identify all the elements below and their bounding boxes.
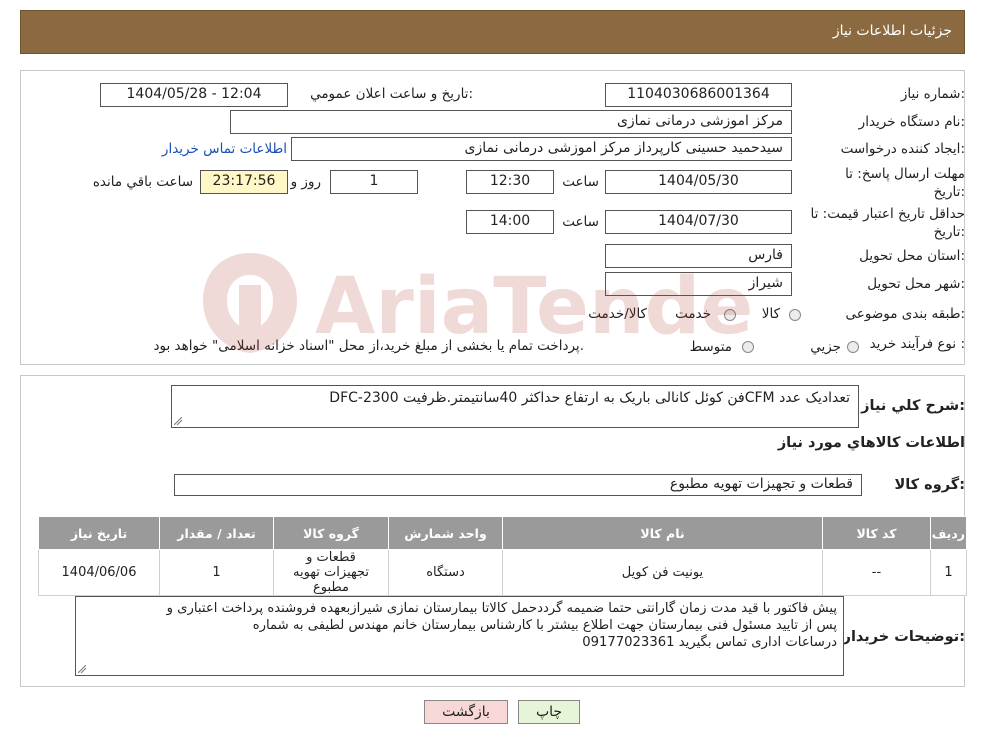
category-option-goods-label: کالا bbox=[761, 306, 780, 322]
process-option-medium-radio[interactable] bbox=[742, 341, 754, 353]
col-item-group: گروه کالا bbox=[273, 516, 389, 550]
cell-row-number: 1 bbox=[930, 549, 967, 596]
deadline-time-field: 12:30 bbox=[466, 170, 554, 194]
province-field: فارس bbox=[605, 244, 792, 268]
city-field: شیراز bbox=[605, 272, 792, 296]
summary-text: DFC-فن کوئل کانالی باریک به ارتفاع حداکث… bbox=[329, 390, 850, 406]
creator-field: سیدحمید حسینی کارپرداز مرکز اموزشی درمان… bbox=[291, 137, 792, 161]
table-row: 1 -- یونیت فن کویل دستگاه قطعات و تجهیزا… bbox=[38, 549, 967, 596]
col-row-number: رديف bbox=[930, 516, 967, 550]
category-label: طبقه بندی موضوعی: bbox=[845, 306, 965, 322]
remaining-label: ساعت باقي مانده bbox=[92, 174, 193, 190]
buyer-org-field: مرکز اموزشی درمانی نمازی bbox=[230, 110, 792, 134]
remaining-time-field: 23:17:56 bbox=[200, 170, 288, 194]
col-unit: واحد شمارش bbox=[388, 516, 503, 550]
validity-time-label: ساعت bbox=[562, 214, 599, 230]
col-need-date: تاریخ نیاز bbox=[38, 516, 160, 550]
days-label: روز و bbox=[290, 174, 321, 190]
deadline-label-date: تاریخ: bbox=[933, 184, 965, 200]
print-button[interactable]: چاپ bbox=[518, 700, 580, 724]
cell-unit: دستگاه bbox=[388, 549, 503, 596]
category-option-service-radio[interactable] bbox=[724, 309, 736, 321]
summary-resize-handle-icon[interactable] bbox=[174, 417, 182, 425]
announce-label: تاریخ و ساعت اعلان عمومي: bbox=[310, 86, 473, 102]
back-button[interactable]: بازگشت bbox=[424, 700, 508, 724]
category-option-goods-radio[interactable] bbox=[789, 309, 801, 321]
category-option-service-label: خدمت bbox=[675, 306, 711, 322]
cell-item-group: قطعات و تجهیزات تهویه مطبوع bbox=[273, 549, 389, 596]
buyer-notes-textarea[interactable]: پیش فاکتور با قید مدت زمان گارانتی حتما … bbox=[75, 596, 844, 676]
page-header: جزئیات اطلاعات نیاز bbox=[20, 10, 965, 54]
goods-table: رديف کد کالا نام کالا واحد شمارش گروه کا… bbox=[38, 516, 967, 596]
goods-table-header: رديف کد کالا نام کالا واحد شمارش گروه کا… bbox=[38, 516, 967, 550]
col-quantity: تعداد / مقدار bbox=[159, 516, 274, 550]
validity-date-field: 1404/07/30 bbox=[605, 210, 792, 234]
province-label: استان محل تحویل: bbox=[859, 248, 965, 264]
col-item-code: کد کالا bbox=[822, 516, 931, 550]
process-option-minor-label: جزيي bbox=[810, 339, 841, 355]
cell-quantity: 1 bbox=[159, 549, 274, 596]
cell-need-date: 1404/06/06 bbox=[38, 549, 160, 596]
page-title: جزئیات اطلاعات نیاز bbox=[832, 23, 952, 39]
buyer-org-label: نام دستگاه خریدار: bbox=[858, 114, 965, 130]
validity-time-field: 14:00 bbox=[466, 210, 554, 234]
buyer-notes-resize-handle-icon[interactable] bbox=[78, 665, 86, 673]
buyer-notes-line-1: پیش فاکتور با قید مدت زمان گارانتی حتما … bbox=[166, 601, 837, 616]
city-label: شهر محل تحویل: bbox=[867, 276, 965, 292]
creator-label: ایجاد کننده درخواست: bbox=[840, 141, 965, 157]
goods-table-wrap: رديف کد کالا نام کالا واحد شمارش گروه کا… bbox=[38, 516, 967, 596]
cell-item-name: یونیت فن کویل bbox=[502, 549, 823, 596]
process-label: نوع فرآیند خرید : bbox=[869, 336, 965, 352]
summary-textarea[interactable]: DFC-فن کوئل کانالی باریک به ارتفاع حداکث… bbox=[171, 385, 859, 428]
category-option-goods-service-label: کالا/خدمت bbox=[588, 306, 647, 322]
validity-label: حداقل تاریخ اعتبار قیمت: تا bbox=[810, 206, 965, 222]
need-number-label: شماره نیاز: bbox=[900, 86, 965, 102]
goods-group-field: قطعات و تجهیزات تهویه مطبوع bbox=[174, 474, 862, 496]
summary-label: شرح كلي نياز: bbox=[861, 398, 965, 414]
need-number-field: 1104030686001364 bbox=[605, 83, 792, 107]
buyer-notes-label: توضیحات خریدار: bbox=[842, 629, 965, 645]
goods-info-title: اطلاعات کالاهاي مورد نياز bbox=[777, 435, 965, 451]
cell-item-code: -- bbox=[822, 549, 931, 596]
deadline-time-label: ساعت bbox=[562, 174, 599, 190]
buyer-contact-link[interactable]: اطلاعات تماس خریدار bbox=[162, 141, 287, 157]
col-item-name: نام کالا bbox=[502, 516, 823, 550]
process-note: پرداخت تمام یا بخشی از مبلغ خرید،از محل … bbox=[153, 338, 584, 354]
goods-group-label: گروه کالا: bbox=[894, 477, 965, 493]
validity-label-date: تاریخ: bbox=[933, 224, 965, 240]
days-field: 1 bbox=[330, 170, 418, 194]
process-option-medium-label: متوسط bbox=[689, 339, 732, 355]
buyer-notes-line-3: 09177023361 درساعات اداری تماس بگیرید bbox=[582, 635, 837, 650]
buyer-notes-line-2: پس از تایید مسئول فنی بیمارستان جهت اطلا… bbox=[252, 618, 837, 633]
deadline-date-field: 1404/05/30 bbox=[605, 170, 792, 194]
deadline-label: مهلت ارسال پاسخ: تا bbox=[845, 166, 965, 182]
announce-field: 1404/05/28 - 12:04 bbox=[100, 83, 288, 107]
process-option-minor-radio[interactable] bbox=[847, 341, 859, 353]
